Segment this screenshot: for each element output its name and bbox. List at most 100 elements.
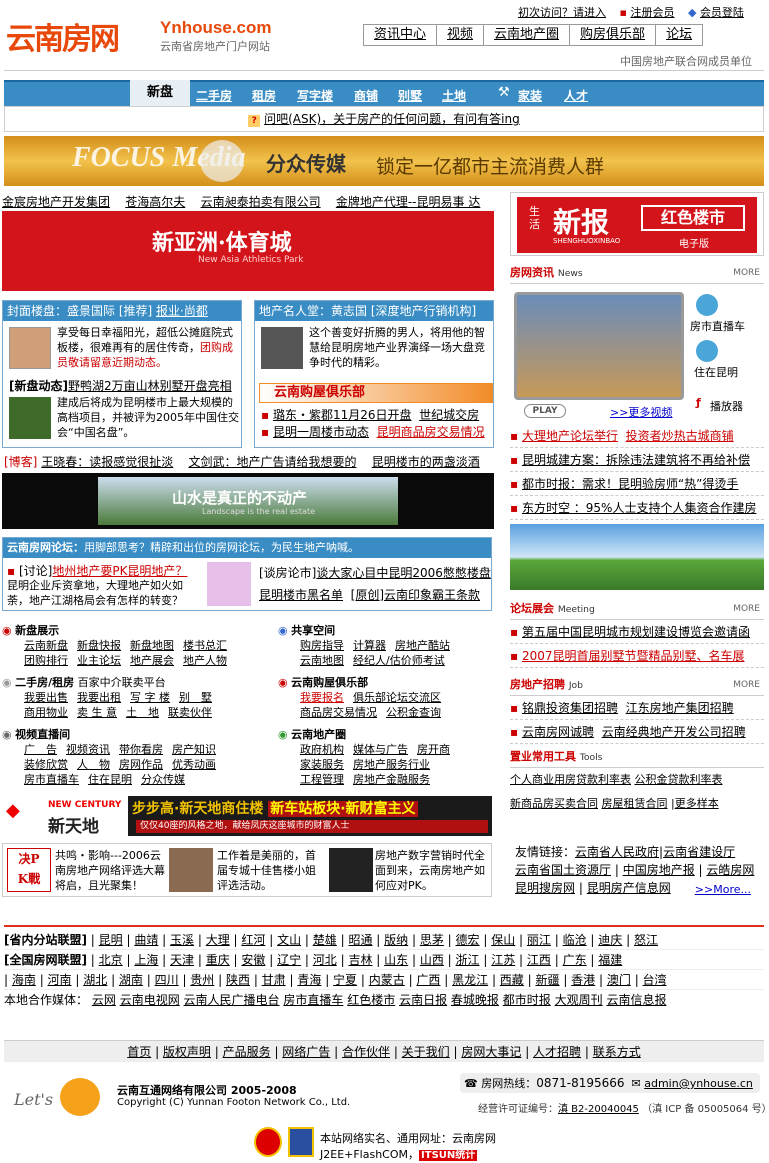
- region-link[interactable]: 浙江: [456, 953, 480, 967]
- region-link[interactable]: 吉林: [348, 953, 372, 967]
- company-link[interactable]: 苍海高尔夫: [125, 195, 185, 209]
- region-link[interactable]: 版纳: [384, 933, 408, 947]
- region-link[interactable]: 四川: [155, 973, 179, 987]
- club-link[interactable]: 璐东・紫郡11月26日开盘: [273, 408, 412, 422]
- play-button[interactable]: PLAY: [524, 404, 566, 418]
- promo-text[interactable]: 房地产数字营销时代全面到来，云南房地产如何应对PK。: [375, 848, 487, 893]
- footer-link[interactable]: 首页: [127, 1045, 151, 1059]
- region-link[interactable]: 台湾: [643, 973, 667, 987]
- nav-video[interactable]: 视频: [437, 25, 485, 45]
- region-link[interactable]: 昆明: [99, 933, 123, 947]
- focus-media-banner[interactable]: FOCUS Media 分众传媒 锁定一亿都市主流消费人群: [4, 136, 764, 186]
- channel-office[interactable]: 写字楼: [297, 87, 333, 104]
- section-link[interactable]: 广 告: [24, 743, 57, 756]
- channel-decor[interactable]: 家装: [518, 87, 542, 104]
- new-asia-banner[interactable]: 新亚洲·体育城 New Asia Athletics Park: [2, 211, 494, 291]
- channel-villa[interactable]: 别墅: [398, 87, 422, 104]
- section-link[interactable]: 购房指导: [300, 639, 344, 652]
- job-link[interactable]: 铭鼎投资集团招聘: [522, 701, 618, 715]
- email-link[interactable]: admin@ynhouse.cn: [644, 1077, 753, 1090]
- region-link[interactable]: 甘肃: [262, 973, 286, 987]
- section-link[interactable]: 新盘快报: [77, 639, 121, 652]
- region-link[interactable]: 江苏: [491, 953, 515, 967]
- region-link[interactable]: 安徽: [241, 953, 265, 967]
- region-link[interactable]: 昭通: [348, 933, 372, 947]
- cover-link[interactable]: 报业·尚都: [156, 304, 208, 318]
- channel-rent[interactable]: 租房: [252, 87, 276, 104]
- region-link[interactable]: 曲靖: [134, 933, 158, 947]
- region-link[interactable]: 保山: [491, 933, 515, 947]
- section-link[interactable]: 新盘地图: [130, 639, 174, 652]
- region-link[interactable]: 山西: [420, 953, 444, 967]
- ask-link[interactable]: 问吧(ASK)，关于房产的任何问题，有问有答ing: [264, 112, 520, 126]
- nav-forum[interactable]: 论坛: [656, 25, 702, 45]
- region-link[interactable]: 宁夏: [333, 973, 357, 987]
- media-link[interactable]: 房市直播车: [283, 993, 343, 1007]
- section-link[interactable]: 别 墅: [179, 691, 212, 704]
- media-link[interactable]: 云网: [92, 993, 116, 1007]
- section-link[interactable]: 工程管理: [300, 773, 344, 786]
- company-link[interactable]: 金宸房地产开发集团: [2, 195, 110, 209]
- company-link[interactable]: 金牌地产代理--昆明易事 达: [336, 195, 480, 209]
- blog-link[interactable]: 王晓春：读报感觉很扯淡: [41, 455, 173, 469]
- friend-link[interactable]: 昆明房产信息网: [587, 881, 671, 895]
- video-side-link[interactable]: 房市直播车: [690, 318, 745, 334]
- footer-link[interactable]: 版权声明: [163, 1045, 211, 1059]
- news-link[interactable]: 投资者炒热古城商铺: [626, 429, 734, 443]
- tool-link[interactable]: 公积金贷款利率表: [635, 773, 723, 786]
- video-player[interactable]: [514, 292, 684, 400]
- region-link[interactable]: 新疆: [535, 973, 559, 987]
- forum-link[interactable]: 昆明楼市黑名单: [259, 588, 343, 602]
- tool-link[interactable]: 房屋租赁合同: [602, 797, 668, 810]
- region-link[interactable]: 西藏: [500, 973, 524, 987]
- section-link[interactable]: 业主论坛: [77, 654, 121, 667]
- footer-link[interactable]: 产品服务: [223, 1045, 271, 1059]
- section-link[interactable]: 优秀动画: [172, 758, 216, 771]
- media-link[interactable]: 云南日报: [399, 993, 447, 1007]
- login-link[interactable]: 会员登陆: [700, 6, 744, 19]
- region-link[interactable]: 澳门: [607, 973, 631, 987]
- section-link[interactable]: 房开商: [417, 743, 450, 756]
- cover-news-link[interactable]: 野鸭湖2万亩山林别墅开盘亮相: [68, 379, 232, 393]
- footer-link[interactable]: 网络广告: [282, 1045, 330, 1059]
- region-link[interactable]: 德宏: [456, 933, 480, 947]
- friend-link[interactable]: 中国房地产报: [623, 863, 695, 877]
- stat-badge[interactable]: ITSUN统计: [419, 1150, 478, 1161]
- region-link[interactable]: 青海: [297, 973, 321, 987]
- footer-link[interactable]: 房网大事记: [461, 1045, 521, 1059]
- newspaper-banner[interactable]: 生活 新报 SHENGHUOXINBAO 红色楼市 电子版: [510, 192, 764, 256]
- channel-land[interactable]: 土地: [442, 87, 466, 104]
- section-link[interactable]: 视频资讯: [66, 743, 110, 756]
- register-link[interactable]: 注册会员: [630, 6, 674, 19]
- region-link[interactable]: 北京: [99, 953, 123, 967]
- club-link[interactable]: 昆明商品房交易情况: [377, 425, 485, 439]
- media-link[interactable]: 云南电视网: [120, 993, 180, 1007]
- section-link[interactable]: 楼书总汇: [183, 639, 227, 652]
- section-link[interactable]: 云南新盘: [24, 639, 68, 652]
- region-link[interactable]: 文山: [277, 933, 301, 947]
- section-link[interactable]: 经纪人/估价师考试: [353, 654, 445, 667]
- region-link[interactable]: 思茅: [420, 933, 444, 947]
- blog-link[interactable]: 文剑武：地产广告请给我想要的: [188, 455, 356, 469]
- more-link[interactable]: MORE: [733, 262, 760, 284]
- section-link[interactable]: 房市直播车: [24, 773, 79, 786]
- tool-link[interactable]: 新商品房买卖合同: [510, 797, 598, 810]
- section-link[interactable]: 写 字 楼: [130, 691, 170, 704]
- section-link[interactable]: 房地产服务行业: [353, 758, 430, 771]
- friend-link[interactable]: 云皓房网: [706, 863, 754, 877]
- news-link[interactable]: 都市时报：需求！昆明验房师“热”得烫手: [522, 477, 738, 491]
- section-link[interactable]: 我要出售: [24, 691, 68, 704]
- region-link[interactable]: 丽江: [527, 933, 551, 947]
- region-link[interactable]: 上海: [134, 953, 158, 967]
- region-link[interactable]: 江西: [527, 953, 551, 967]
- region-link[interactable]: 贵州: [190, 973, 214, 987]
- section-link[interactable]: 地产人物: [183, 654, 227, 667]
- license-link[interactable]: 滇 B2-20040045: [558, 1104, 639, 1115]
- promo-text[interactable]: 共鸣・影响---2006云南房地产网络评选大幕将启，且光聚集！: [55, 848, 165, 893]
- nav-club[interactable]: 购房俱乐部: [570, 25, 657, 45]
- footer-link[interactable]: 合作伙伴: [342, 1045, 390, 1059]
- media-link[interactable]: 大观周刊: [555, 993, 603, 1007]
- job-link[interactable]: 云南房网诚聘: [522, 725, 594, 739]
- region-link[interactable]: 广东: [563, 953, 587, 967]
- news-link[interactable]: 东方时空 ：95%人士支持个人集资合作建房: [522, 501, 757, 515]
